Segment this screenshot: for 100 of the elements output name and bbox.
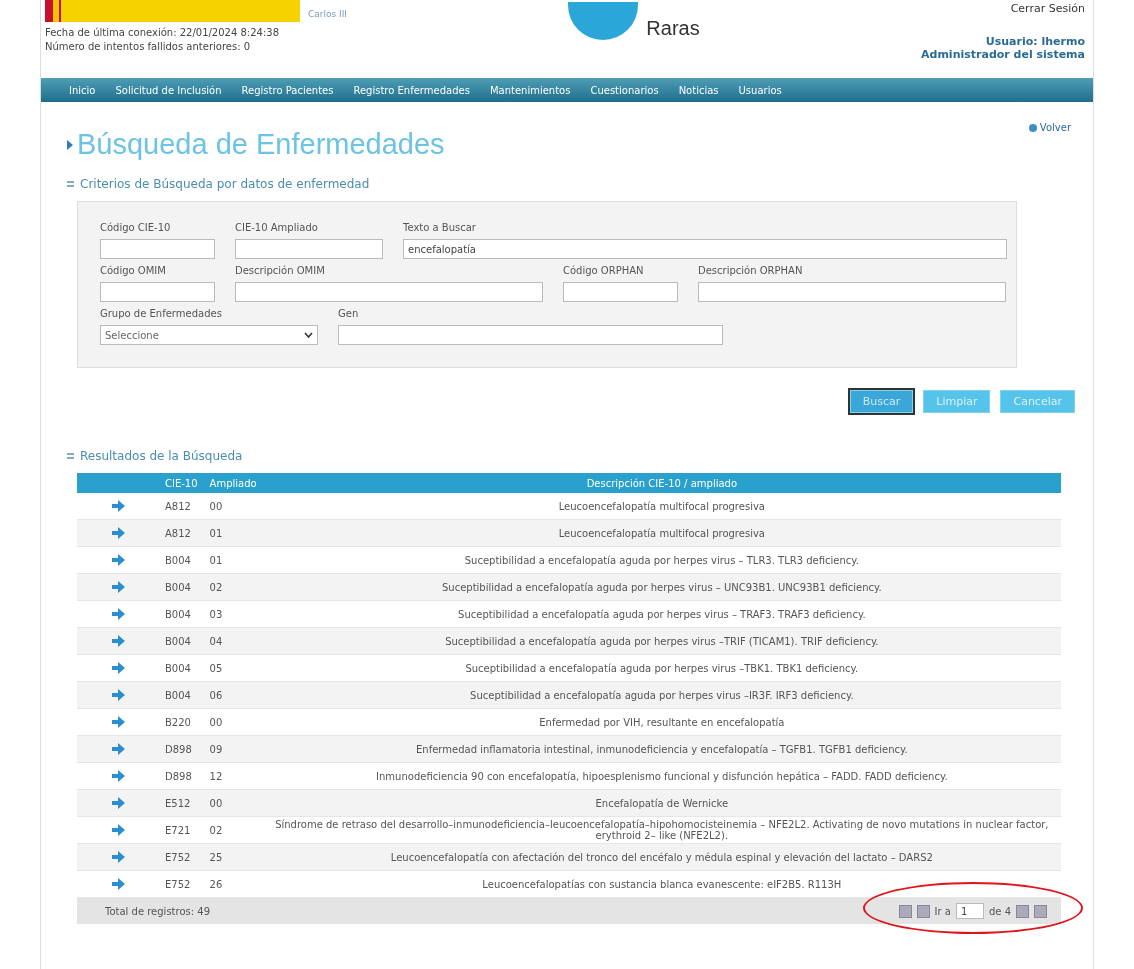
table-cell: A812 [159,519,204,547]
nav-item[interactable]: Mantenimientos [479,84,581,96]
arrow-right-icon[interactable] [111,662,125,674]
section-icon [67,453,74,459]
table-cell: 12 [203,762,263,790]
table-cell: E512 [159,789,204,817]
action-button[interactable]: Buscar [849,390,914,413]
arrow-right-icon[interactable] [111,716,125,728]
field-label: Texto a Buscar [403,222,477,233]
section-title: Criterios de Búsqueda por datos de enfermedad [80,177,370,191]
table-cell: 00 [203,493,263,520]
table-cell: 03 [203,600,263,628]
page-field[interactable]: 1 [955,903,984,919]
go-to-label: Ir a [934,905,951,917]
field-label: Código ORPHAN [563,265,645,276]
nav-item[interactable]: Usuarios [728,84,792,96]
field-label: Descripción ORPHAN [698,265,804,276]
table-cell: Síndrome de retraso del desarrollo–inmunodeficiencia–leucoencefalopatía–hipohomocisteinemia – NFE2L2. Activating de novo mutations in nuclear factor, erythroid 2– like (NFE2L2). [262,816,1061,844]
arrow-right-icon[interactable] [111,581,125,593]
table-cell: B004 [159,681,204,709]
table-cell: A812 [159,493,204,520]
arrow-right-icon[interactable] [111,554,125,566]
field-label: Descripción OMIM [235,265,326,276]
field-label: Código OMIM [100,265,167,276]
table-cell: D898 [159,762,204,790]
table-cell: 02 [203,816,263,844]
arrow-right-icon[interactable] [111,851,125,863]
field-label: CIE-10 Ampliado [235,222,319,233]
section-title: Resultados de la Búsqueda [80,449,243,463]
nav-item[interactable]: Inicio [59,84,106,96]
arrow-right-icon[interactable] [111,878,125,890]
previous-page-button[interactable] [916,904,930,918]
text-field[interactable] [100,282,215,302]
brand-text: Raras [646,17,700,40]
column-header: Descripción CIE-10 / ampliado [262,473,1061,493]
arrow-right-icon[interactable] [111,527,125,539]
failed-attempts-text: Número de intentos fallidos anteriores: 0 [45,41,252,52]
field-label: Grupo de Enfermedades [100,308,223,319]
table-cell: E752 [159,843,204,871]
arrow-right-icon[interactable] [111,500,125,512]
table-cell: 00 [203,708,263,736]
table-cell: Leucoencefalopatía con afectación del tronco del encéfalo y médula espinal y elevación del lactato – DARS2 [262,843,1061,871]
table-cell: Encefalopatía de Wernicke [262,789,1061,817]
back-link[interactable]: Volver [1039,122,1071,133]
nav-item[interactable]: Registro Pacientes [231,84,344,96]
section-icon [67,181,74,187]
logout-link[interactable]: Cerrar Sesión [1010,2,1085,15]
field-label: Gen [338,308,360,319]
page-count: de 4 [988,905,1011,917]
table-cell: Leucoencefalopatías con sustancia blanca evanescente: eIF2B5. R113H [262,870,1061,898]
page-title: Búsqueda de Enfermedades [77,128,445,161]
table-cell: Suceptibilidad a encefalopatía aguda por herpes virus –TBK1. TBK1 deficiency. [262,654,1061,682]
table-cell: B220 [159,708,204,736]
table-cell: Suceptibilidad a encefalopatía aguda por herpes virus –TRIF (TICAM1). TRIF deficiency. [262,627,1061,655]
arrow-right-icon[interactable] [111,743,125,755]
table-cell: B004 [159,573,204,601]
arrow-right-icon[interactable] [111,689,125,701]
text-field[interactable] [235,282,543,302]
table-cell: E752 [159,870,204,898]
arrow-right-icon[interactable] [111,770,125,782]
institution-name: Carlos III [308,10,348,19]
table-cell: Leucoencefalopatía multifocal progresiva [262,493,1061,520]
nav-item[interactable]: Solicitud de Inclusión [105,84,232,96]
last-page-button[interactable] [1034,904,1047,918]
table-cell: Enfermedad inflamatoria intestinal, inmunodeficiencia y encefalopatía – TGFB1. TGFB1 deficiency. [262,735,1061,763]
back-icon [1028,123,1037,132]
text-field[interactable] [563,282,678,302]
table-cell: Suceptibilidad a encefalopatía aguda por herpes virus – TLR3. TLR3 deficiency. [262,546,1061,574]
table-cell: Leucoencefalopatía multifocal progresiva [262,519,1061,547]
user-role: Administrador del sistema [921,48,1085,61]
field-label: Código CIE-10 [100,222,172,233]
text-field[interactable] [100,239,215,259]
table-cell: 05 [203,654,263,682]
nav-item[interactable]: Cuestionarios [580,84,669,96]
text-field[interactable] [698,282,1006,302]
title-arrow-icon [67,139,73,150]
arrow-right-icon[interactable] [111,608,125,620]
arrow-right-icon[interactable] [111,824,125,836]
text-field[interactable] [235,239,383,259]
table-cell: 01 [203,546,263,574]
table-cell: B004 [159,654,204,682]
table-cell: 26 [203,870,263,898]
arrow-right-icon[interactable] [111,797,125,809]
table-cell: Suceptibilidad a encefalopatía aguda por herpes virus – UNC93B1. UNC93B1 deficiency. [262,573,1061,601]
arrow-right-icon[interactable] [111,635,125,647]
nav-item[interactable]: Noticias [668,84,729,96]
column-header: Ampliado [203,473,263,493]
table-cell: Enfermedad por VIH, resultante en encefalopatía [262,708,1061,736]
table-cell: E721 [159,816,204,844]
text-field[interactable] [338,325,723,345]
next-page-button[interactable] [1016,904,1029,918]
user-name: Usuario: lhermo [985,35,1085,48]
last-login-text: Fecha de última conexión: 22/01/2024 8:24:38 [45,27,281,38]
nav-item[interactable]: Registro Enfermedades [343,84,480,96]
first-page-button[interactable] [898,904,912,918]
select-field[interactable]: Seleccione [100,325,318,345]
table-cell: B004 [159,600,204,628]
text-field[interactable]: encefalopatía [403,239,1007,259]
total-records: Total de registros: 49 [105,905,210,917]
table-cell: B004 [159,627,204,655]
